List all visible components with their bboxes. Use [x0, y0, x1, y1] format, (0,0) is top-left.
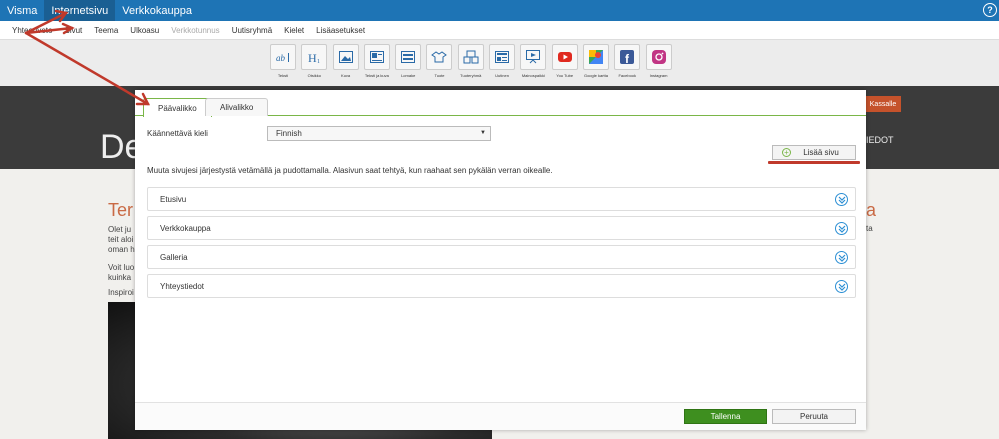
- site-preview-text-line: teit aloi: [108, 235, 134, 244]
- cancel-button[interactable]: Peruuta: [772, 409, 856, 424]
- svg-text:H: H: [308, 51, 317, 64]
- menu-teema[interactable]: Teema: [88, 26, 124, 35]
- facebook-icon: f: [614, 44, 641, 70]
- language-select-value: Finnish: [276, 129, 302, 138]
- annotation-underline: [768, 161, 860, 164]
- site-preview-text-line: kuinka: [108, 273, 132, 282]
- ad-icon: [520, 44, 547, 70]
- page-row-yhteystiedot[interactable]: Yhteystiedot: [147, 274, 856, 298]
- expand-chevron-icon[interactable]: [835, 251, 848, 264]
- menu-ulkoasu[interactable]: Ulkoasu: [124, 26, 165, 35]
- product-group-icon: [457, 44, 484, 70]
- page-row-verkkokauppa[interactable]: Verkkokauppa: [147, 216, 856, 240]
- menu-uutisryhma[interactable]: Uutisryhmä: [226, 26, 278, 35]
- help-icon[interactable]: ?: [983, 3, 997, 17]
- widget-text-image[interactable]: Teksti ja kuva: [363, 44, 390, 78]
- svg-text:1: 1: [317, 59, 320, 64]
- topnav-internetsivu[interactable]: Internetsivu: [44, 0, 116, 21]
- widget-text[interactable]: ab Teksti: [270, 44, 296, 78]
- page-row-label: Etusivu: [160, 194, 187, 204]
- plus-circle-icon: +: [782, 148, 791, 157]
- page-row-label: Galleria: [160, 252, 188, 262]
- widget-news[interactable]: Uutinen: [489, 44, 516, 78]
- heading-icon: H1: [301, 44, 328, 70]
- dialog-tabs: Päävalikko Alivalikko: [135, 90, 866, 117]
- instagram-icon: [645, 44, 672, 70]
- form-icon: [395, 44, 422, 70]
- site-preview-text-line: oman h: [108, 245, 135, 254]
- menu-kielet[interactable]: Kielet: [278, 26, 310, 35]
- menu-verkkotunnus[interactable]: Verkkotunnus: [165, 26, 225, 35]
- widget-google-maps[interactable]: Google kartta: [582, 44, 609, 78]
- menu-order-dialog: Päävalikko Alivalikko Käännettävä kieli …: [135, 90, 866, 430]
- menu-yhteenveto[interactable]: Yhteenveto: [6, 26, 58, 35]
- widget-ad[interactable]: Mainospaikki: [520, 44, 547, 78]
- topnav-visma[interactable]: Visma: [0, 0, 44, 21]
- page-row-etusivu[interactable]: Etusivu: [147, 187, 856, 211]
- text-image-icon: [363, 44, 390, 70]
- site-preview-text-line: Inspiroi: [108, 288, 134, 297]
- product-icon: [426, 44, 453, 70]
- save-button[interactable]: Tallenna: [684, 409, 767, 424]
- page-row-galleria[interactable]: Galleria: [147, 245, 856, 269]
- widget-heading[interactable]: H1 Otsikko: [301, 44, 328, 78]
- expand-chevron-icon[interactable]: [835, 193, 848, 206]
- tab-paavalikko[interactable]: Päävalikko: [143, 98, 212, 117]
- dropdown-caret-icon: ▼: [480, 130, 486, 136]
- menu-lisaasetukset[interactable]: Lisäasetukset: [310, 26, 371, 35]
- widget-instagram[interactable]: Instagram: [645, 44, 672, 78]
- add-page-button[interactable]: + Lisää sivu: [772, 145, 856, 160]
- site-preview-heading: Ter: [108, 200, 134, 220]
- svg-text:ab: ab: [276, 53, 286, 63]
- site-menu-bar: Yhteenveto Sivut Teema Ulkoasu Verkkotun…: [0, 21, 999, 40]
- topnav-verkkokauppa[interactable]: Verkkokauppa: [115, 0, 199, 21]
- site-preview-checkout-button: Kassalle: [865, 96, 901, 112]
- expand-chevron-icon[interactable]: [835, 280, 848, 293]
- top-navigation-bar: Visma Internetsivu Verkkokauppa ?: [0, 0, 999, 21]
- text-icon: ab: [270, 44, 296, 70]
- widget-image[interactable]: Kuva: [332, 44, 359, 78]
- google-maps-icon: [582, 44, 609, 70]
- image-icon: [332, 44, 359, 70]
- site-preview-text-right: ta: [866, 224, 873, 233]
- site-preview-text-line: Voit luo: [108, 263, 135, 272]
- instructions-text: Muuta sivujesi järjestystä vetämällä ja …: [147, 166, 553, 175]
- page-list: Etusivu Verkkokauppa Galleria Yhteystied…: [147, 187, 856, 303]
- language-select[interactable]: Finnish ▼: [267, 126, 491, 141]
- widget-product[interactable]: Tuote: [426, 44, 453, 78]
- add-page-label: Lisää sivu: [803, 148, 839, 157]
- youtube-icon: [551, 44, 578, 70]
- widget-toolbar: ab Teksti H1 Otsikko Kuva Teksti ja kuva…: [0, 40, 999, 86]
- widget-form[interactable]: Lomake: [395, 44, 422, 78]
- dialog-footer: Tallenna Peruuta: [135, 402, 866, 430]
- news-icon: [489, 44, 516, 70]
- site-preview-heading-right: a: [866, 200, 877, 220]
- widget-product-group[interactable]: Tuoteryhmä: [457, 44, 484, 78]
- language-label: Käännettävä kieli: [147, 129, 208, 138]
- widget-youtube[interactable]: You Tube: [551, 44, 578, 78]
- tab-alivalikko[interactable]: Alivalikko: [205, 98, 269, 116]
- site-preview-text-line: Olet ju: [108, 225, 132, 234]
- menu-sivut[interactable]: Sivut: [58, 26, 88, 35]
- widget-facebook[interactable]: f Facebook: [614, 44, 641, 78]
- expand-chevron-icon[interactable]: [835, 222, 848, 235]
- page-row-label: Yhteystiedot: [160, 281, 205, 291]
- site-preview-nav-text: IEDOT: [866, 135, 894, 145]
- page-row-label: Verkkokauppa: [160, 223, 211, 233]
